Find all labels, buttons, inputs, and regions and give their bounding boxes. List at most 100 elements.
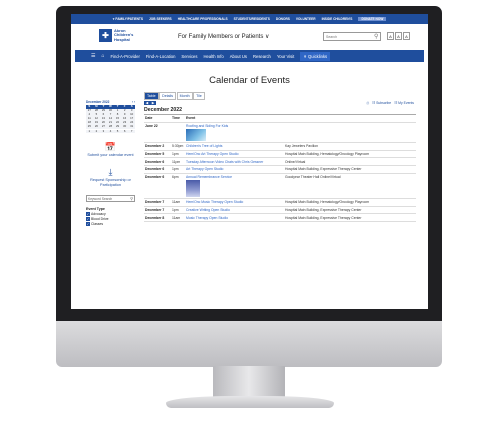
nav-item-find-location[interactable]: Find-A-Location [146,54,176,59]
calendar-day[interactable]: 6 [121,129,128,134]
events-table: Date Time Event June 22 Roofing and Sidi… [144,115,416,222]
event-location: Hospital Main Building, Hematology/Oncol… [284,198,416,207]
home-icon[interactable]: ⌂ [101,53,104,59]
event-type-checkbox[interactable]: ✓ Advocacy [86,212,135,217]
table-row: December 7 1pm Creative Writing Open Stu… [144,206,416,215]
nav-item-your-visit[interactable]: Your Visit [277,54,294,59]
calendar-day[interactable]: 1 [86,129,93,134]
checkbox-checked-icon: ✓ [86,217,90,222]
search-icon[interactable]: ⚲ [130,196,133,201]
calendar-day[interactable]: 5 [114,129,121,134]
request-sponsorship-link[interactable]: ⤓ Request Sponsorship or Participation [86,167,135,188]
event-link[interactable]: Children's Tree of Lights [185,142,284,151]
nav-item-find-provider[interactable]: Find-A-Provider [111,54,140,59]
nav-item-health-info[interactable]: Health Info [203,54,223,59]
util-link-jobs[interactable]: JOB SEEKERS [149,17,172,21]
prev-arrow-icon[interactable]: ◀ [144,101,150,105]
event-date: December 6 [144,173,171,200]
utility-bar: ♥ FAMILY/PATIENTS JOB SEEKERS HEALTHCARE… [71,14,428,24]
keyword-search-placeholder: Keyword Search [88,197,113,202]
event-link[interactable]: Hem/Onc Art Therapy Open Studio [185,150,284,159]
event-link[interactable]: Tuesday Afternoon Video Chats with Chris… [185,157,284,166]
event-link[interactable]: Annual Remembrance Service [186,175,283,179]
donate-button[interactable]: DONATE NOW [358,17,387,21]
menu-icon[interactable]: ☰ [91,53,95,59]
tab-month[interactable]: Month [176,92,193,100]
logo-line: Hospital [114,36,130,42]
util-link-students[interactable]: STUDENTS/RESIDENTS [234,17,270,21]
event-time: 5:30pm [171,142,185,151]
event-link[interactable]: Hem/Onc Music Therapy Open Studio [185,198,284,207]
event-link[interactable]: Art Therapy Open Studio [185,165,284,174]
calendar-day[interactable]: 7 [128,129,135,134]
util-link-donors[interactable]: DONORS [276,17,290,21]
my-events-link[interactable]: ☷ My Events [394,101,414,105]
util-link-inside[interactable]: INSIDE CHILDREN'S [322,17,353,21]
text-size-controls: A A A [387,32,410,40]
monitor-chin [56,321,442,367]
event-type-checkbox[interactable]: ✓ Blood Drive [86,217,135,222]
event-date: December 7 [144,206,171,215]
event-date: December 5 [144,150,171,159]
event-date: December 6 [144,165,171,174]
browser-screen: ♥ FAMILY/PATIENTS JOB SEEKERS HEALTHCARE… [71,14,428,309]
nav-item-services[interactable]: Services [181,54,197,59]
text-size-small-button[interactable]: A [387,32,394,40]
tab-tile[interactable]: Tile [193,92,205,100]
audience-select-label: For Family Members or Patients [178,34,264,40]
event-location: Hospital Main Building, Expressive Thera… [284,165,416,174]
table-row: December 2 5:30pm Children's Tree of Lig… [144,142,416,151]
audience-select[interactable]: For Family Members or Patients ∨ [178,33,269,40]
util-link-family[interactable]: ♥ FAMILY/PATIENTS [113,17,143,21]
submit-event-link[interactable]: 📅 Submit your calendar event [86,142,135,158]
submit-event-label: Submit your calendar event [87,153,134,158]
column-header [284,115,416,123]
event-thumbnail[interactable] [186,179,200,197]
event-time: 11pm [171,157,185,166]
table-header-row: Date Time Event [144,115,416,123]
download-icon: ⤓ [108,167,113,178]
event-location: Hospital Main Building, Hematology/Oncol… [284,150,416,159]
keyword-search-input[interactable]: Keyword Search ⚲ [86,195,135,203]
next-arrow-icon[interactable]: ▶ [150,101,156,105]
checkbox-checked-icon: ✓ [86,222,90,227]
calendar-day[interactable]: 2 [93,129,100,134]
util-link-professionals[interactable]: HEALTHCARE PROFESSIONALS [178,17,228,21]
event-date: June 22 [144,122,171,144]
nav-item-about-us[interactable]: About Us [230,54,247,59]
table-row: December 6 1pm Art Therapy Open Studio H… [144,165,416,174]
event-link[interactable]: Music Therapy Open Studio [185,213,284,222]
search-input[interactable]: Search [323,32,381,41]
event-location: Hospital Main Building, Expressive Thera… [284,206,416,215]
event-link[interactable]: Roofing and Siding For Kids [186,124,283,128]
text-size-large-button[interactable]: A [403,32,410,40]
chevron-down-icon: ∨ [265,34,270,40]
util-link-volunteer[interactable]: VOLUNTEER [296,17,316,21]
event-thumbnail[interactable] [186,128,206,141]
event-type-checkbox[interactable]: ✓ Classes [86,222,135,227]
text-size-medium-button[interactable]: A [395,32,402,40]
calendar-day[interactable]: 3 [100,129,107,134]
checkbox-checked-icon: ✓ [86,212,90,217]
event-link[interactable]: Creative Writing Open Studio [185,206,284,215]
site-header: ✚ Akron Children's Hospital For Family M… [71,24,428,50]
event-type-label: Blood Drive [91,217,109,222]
event-time [171,122,185,144]
subscribe-link[interactable]: ☷ Subscribe [372,101,391,105]
event-type-label: Classes [91,222,104,227]
subscribe-label: Subscribe [376,101,392,105]
nav-item-research[interactable]: Research [253,54,271,59]
calendar-day[interactable]: 4 [107,129,114,134]
quicklinks-label: Quicklinks [308,53,328,59]
event-location: Goodyear Theater Hall Online/Virtual [284,173,416,200]
event-date: December 8 [144,213,171,222]
table-row: December 5 1pm Hem/Onc Art Therapy Open … [144,150,416,159]
column-header: Time [171,115,185,123]
search-icon[interactable]: ⚲ [374,33,378,40]
tab-table[interactable]: Table [144,92,159,100]
left-sidebar: December 2022 ‹ › S M T W T F S 27 28 29 30 1 2 3 4 5 6 7… [86,100,135,227]
quicklinks-button[interactable]: ✝ Quicklinks [300,51,331,61]
hospital-logo[interactable]: ✚ Akron Children's Hospital [99,28,133,43]
tab-details[interactable]: Details [159,92,177,100]
print-icon[interactable]: ⎙ [366,101,369,105]
